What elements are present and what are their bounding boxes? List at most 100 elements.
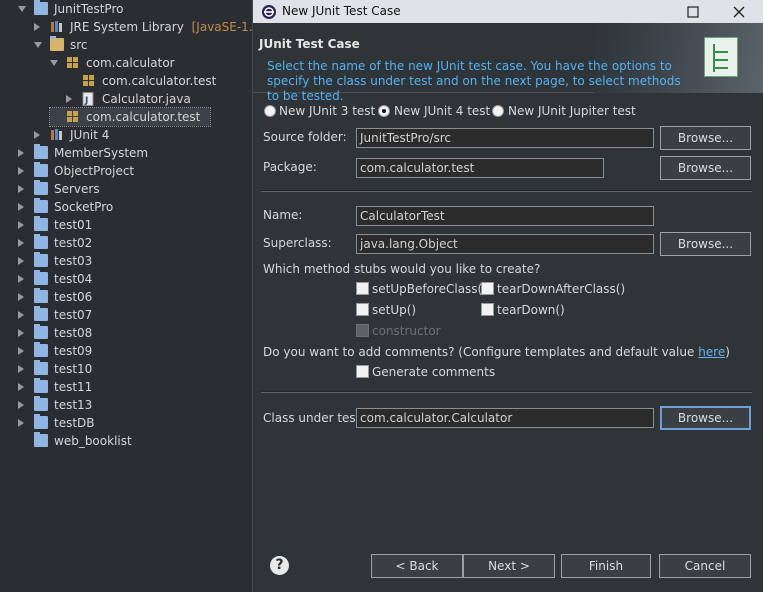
- tree-item[interactable]: test02: [18, 234, 226, 252]
- tree-item[interactable]: testDB: [18, 414, 226, 432]
- tree-item[interactable]: test13: [18, 396, 226, 414]
- finish-button[interactable]: Finish: [561, 554, 651, 578]
- tree-item[interactable]: web_booklist: [18, 432, 226, 450]
- package-browse-button[interactable]: Browse...: [660, 156, 751, 180]
- collapsed-chevron-icon[interactable]: [18, 293, 24, 301]
- tree-item[interactable]: test03: [18, 252, 226, 270]
- collapsed-chevron-icon[interactable]: [18, 401, 24, 409]
- tree-item[interactable]: JRE System Library [JavaSE-1.8]: [34, 18, 252, 36]
- tree-item[interactable]: com.calculator.test: [66, 72, 226, 90]
- generate-comments-checkbox[interactable]: [356, 365, 369, 378]
- collapsed-chevron-icon[interactable]: [18, 311, 24, 319]
- tree-item[interactable]: test01: [18, 216, 226, 234]
- project-icon: [34, 342, 48, 357]
- tree-item-label: test11: [54, 380, 93, 394]
- tree-item[interactable]: test08: [18, 324, 226, 342]
- package-field[interactable]: com.calculator.test: [356, 158, 604, 178]
- wizard-heading: JUnit Test Case: [259, 37, 360, 51]
- collapsed-chevron-icon[interactable]: [18, 149, 24, 157]
- generate-comments-label[interactable]: Generate comments: [372, 365, 495, 379]
- folder-icon: [34, 180, 48, 195]
- collapsed-chevron-icon[interactable]: [18, 203, 24, 211]
- tree-item-label: JRE System Library [JavaSE-1.8]: [70, 18, 252, 36]
- tree-item[interactable]: ObjectProject: [18, 162, 226, 180]
- cancel-button[interactable]: Cancel: [659, 554, 751, 578]
- collapsed-chevron-icon[interactable]: [66, 95, 72, 103]
- package-icon: [66, 56, 80, 69]
- tree-item[interactable]: com.calculator: [50, 54, 226, 72]
- collapsed-chevron-icon[interactable]: [18, 275, 24, 283]
- expanded-chevron-icon[interactable]: [34, 42, 42, 48]
- tree-item[interactable]: test06: [18, 288, 226, 306]
- tree-item[interactable]: com.calculator.test: [49, 107, 211, 127]
- collapsed-chevron-icon[interactable]: [18, 419, 24, 427]
- teardown-checkbox[interactable]: [481, 303, 494, 316]
- project-icon: [34, 252, 48, 267]
- jupiter-radio-label[interactable]: New JUnit Jupiter test: [508, 104, 636, 118]
- tree-item[interactable]: SocketPro: [18, 198, 226, 216]
- collapsed-chevron-icon[interactable]: [18, 365, 24, 373]
- collapsed-chevron-icon[interactable]: [18, 257, 24, 265]
- collapsed-chevron-icon[interactable]: [18, 185, 24, 193]
- java-file-icon: J: [82, 92, 96, 106]
- collapsed-chevron-icon[interactable]: [34, 23, 40, 31]
- maximize-button[interactable]: [675, 0, 711, 23]
- project-icon: [34, 414, 48, 429]
- tree-item[interactable]: test04: [18, 270, 226, 288]
- tree-item[interactable]: test07: [18, 306, 226, 324]
- separator: [261, 190, 752, 192]
- superclass-browse-button[interactable]: Browse...: [660, 232, 751, 256]
- tree-item-label: ObjectProject: [54, 164, 135, 178]
- collapsed-chevron-icon[interactable]: [18, 167, 24, 175]
- setup-before-class-label[interactable]: setUpBeforeClass(): [372, 282, 487, 296]
- collapsed-chevron-icon[interactable]: [34, 131, 40, 139]
- help-icon[interactable]: ?: [270, 556, 289, 575]
- tree-item[interactable]: MemberSystem: [18, 144, 226, 162]
- back-button[interactable]: < Back: [371, 554, 463, 578]
- junit3-radio[interactable]: [264, 105, 276, 117]
- configure-templates-link[interactable]: here: [698, 345, 725, 359]
- class-under-test-browse-button[interactable]: Browse...: [660, 406, 751, 430]
- expanded-chevron-icon[interactable]: [50, 60, 58, 66]
- tree-item[interactable]: Servers: [18, 180, 226, 198]
- junit3-radio-label[interactable]: New JUnit 3 test: [279, 104, 375, 118]
- expanded-chevron-icon[interactable]: [18, 6, 26, 12]
- separator: [261, 391, 752, 393]
- teardown-after-class-label[interactable]: tearDownAfterClass(): [497, 282, 625, 296]
- tree-item[interactable]: JunitTestPro: [18, 0, 226, 18]
- teardown-label[interactable]: tearDown(): [497, 303, 565, 317]
- collapsed-chevron-icon[interactable]: [18, 347, 24, 355]
- project-icon: [34, 396, 48, 411]
- tree-item[interactable]: test09: [18, 342, 226, 360]
- collapsed-chevron-icon[interactable]: [18, 221, 24, 229]
- source-folder-field[interactable]: JunitTestPro/src: [356, 128, 654, 148]
- class-under-test-field[interactable]: com.calculator.Calculator: [356, 408, 654, 428]
- jupiter-radio[interactable]: [492, 105, 504, 117]
- source-folder-browse-button[interactable]: Browse...: [660, 126, 751, 150]
- tree-item[interactable]: J Calculator.java: [66, 90, 226, 108]
- tree-item-label: test10: [54, 362, 93, 376]
- setup-checkbox[interactable]: [356, 303, 369, 316]
- teardown-after-class-checkbox[interactable]: [481, 282, 494, 295]
- tree-item[interactable]: JUnit 4: [34, 126, 226, 144]
- collapsed-chevron-icon[interactable]: [18, 329, 24, 337]
- tree-item[interactable]: test11: [18, 378, 226, 396]
- tree-item-label: JunitTestPro: [54, 2, 124, 16]
- collapsed-chevron-icon[interactable]: [18, 239, 24, 247]
- junit4-radio[interactable]: [378, 105, 390, 117]
- tree-item[interactable]: src: [34, 36, 226, 54]
- junit4-radio-label[interactable]: New JUnit 4 test: [394, 104, 490, 118]
- close-button[interactable]: [721, 0, 757, 23]
- collapsed-chevron-icon[interactable]: [18, 383, 24, 391]
- library-icon: [50, 128, 64, 141]
- tree-item-label: test08: [54, 326, 93, 340]
- tree-item[interactable]: test10: [18, 360, 226, 378]
- project-icon: [34, 162, 48, 177]
- comments-question: Do you want to add comments? (Configure …: [263, 345, 730, 359]
- superclass-field[interactable]: java.lang.Object: [356, 234, 654, 254]
- setup-label[interactable]: setUp(): [372, 303, 416, 317]
- tree-item-label: com.calculator.test: [102, 74, 217, 88]
- setup-before-class-checkbox[interactable]: [356, 282, 369, 295]
- name-field[interactable]: CalculatorTest: [356, 206, 654, 226]
- next-button[interactable]: Next >: [463, 554, 555, 578]
